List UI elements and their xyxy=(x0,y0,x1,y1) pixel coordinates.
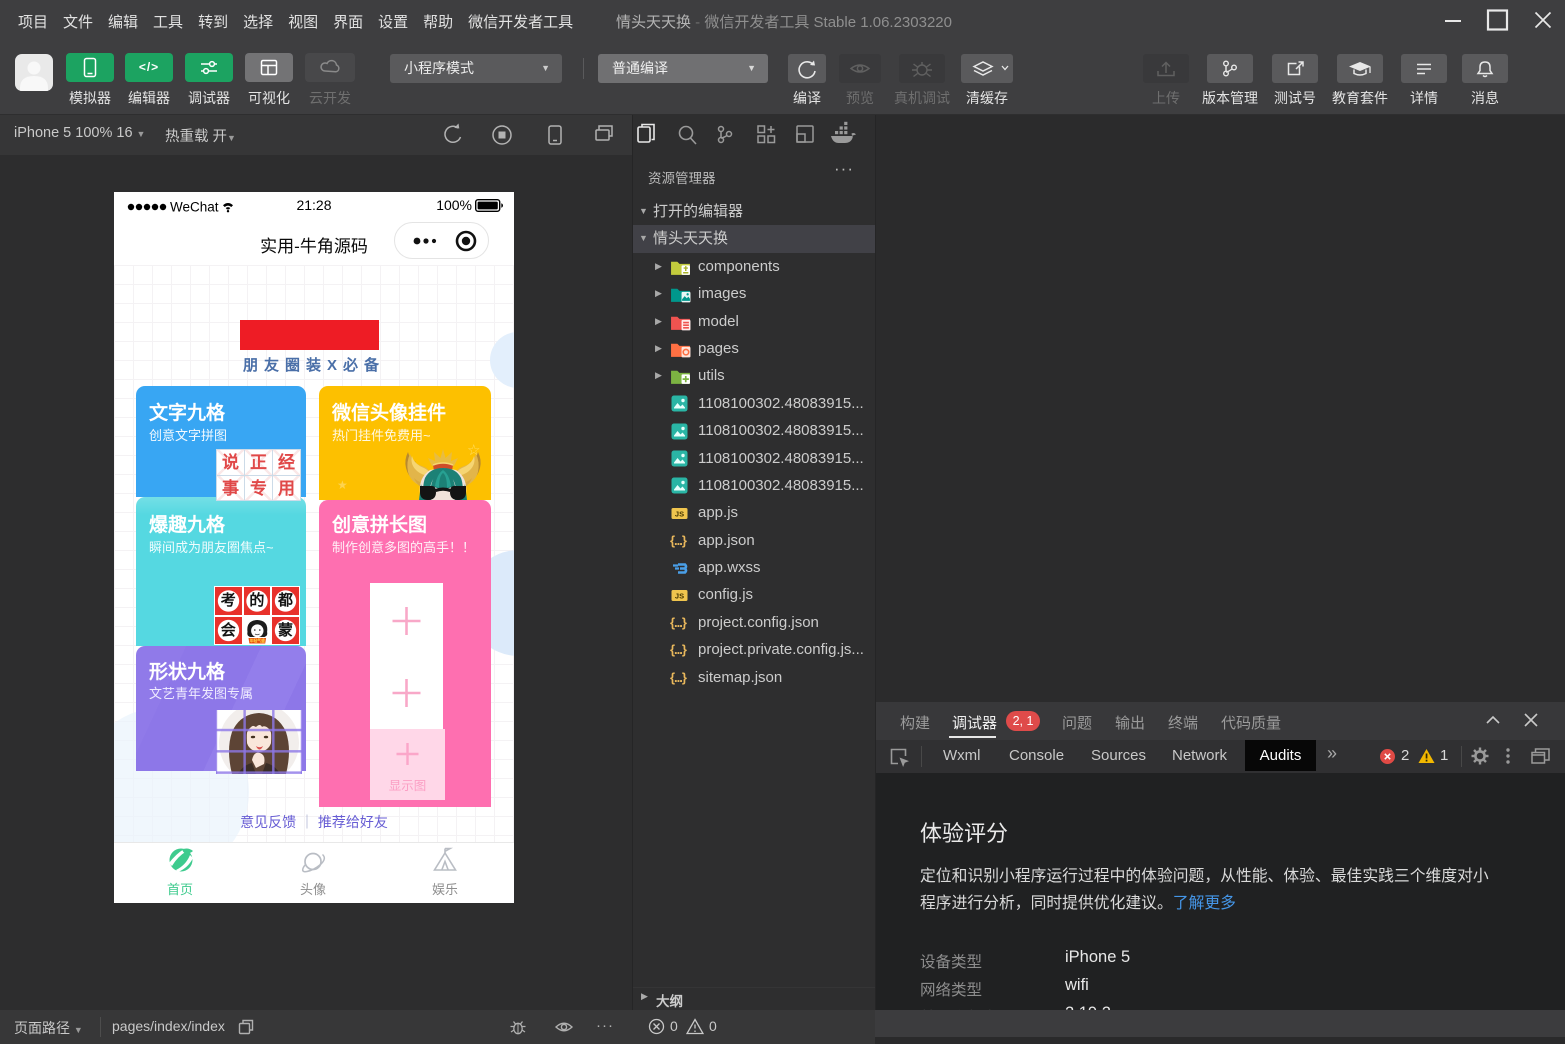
svg-text:年轻气盛: 年轻气盛 xyxy=(249,638,264,643)
svg-text:WeChat: WeChat xyxy=(170,200,219,215)
svg-text:JS: JS xyxy=(675,591,684,600)
svg-text:JS: JS xyxy=(675,509,684,518)
